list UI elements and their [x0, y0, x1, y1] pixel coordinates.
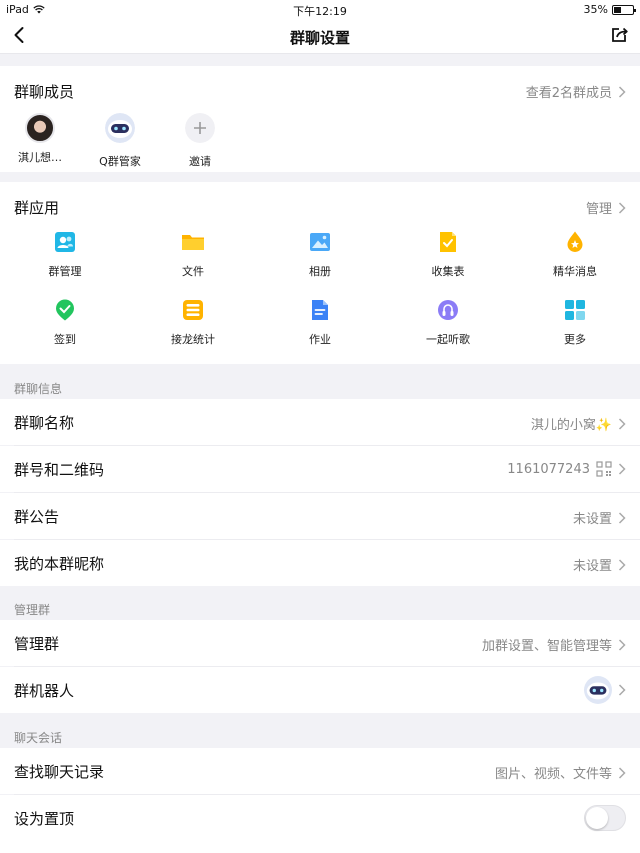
my-nickname-value: 未设置 — [572, 559, 612, 574]
battery-icon — [612, 4, 636, 15]
group-manage-icon — [55, 232, 75, 252]
group-name-value: 淇儿的小窝✨ — [530, 418, 612, 433]
app-label: 签到 — [54, 333, 76, 346]
group-notice-value: 未设置 — [572, 512, 612, 527]
robot-avatar-icon — [584, 676, 612, 704]
chevron-right-icon — [618, 201, 626, 214]
music-icon — [438, 300, 458, 320]
manage-group-value: 加群设置、智能管理等 — [481, 639, 612, 654]
app-label: 文件 — [182, 265, 204, 278]
row-group-name[interactable]: 群聊名称 淇儿的小窝✨ — [0, 399, 640, 445]
section-manage-group: 管理群 — [14, 603, 51, 617]
chevron-right-icon — [618, 463, 626, 475]
search-history-value: 图片、视频、文件等 — [494, 767, 612, 782]
view-members-label: 查看2名群成员 — [525, 86, 612, 101]
row-label: 查找聊天记录 — [14, 763, 105, 781]
chevron-right-icon — [618, 766, 626, 779]
view-members-link[interactable]: 查看2名群成员 — [526, 82, 626, 101]
status-bar: iPad 下午12:19 35% — [0, 0, 640, 18]
row-search-history[interactable]: 查找聊天记录 图片、视频、文件等 — [0, 748, 640, 794]
row-group-notice[interactable]: 群公告 未设置 — [0, 493, 640, 539]
folder-icon — [182, 235, 204, 250]
chevron-right-icon — [618, 558, 626, 571]
homework-icon — [312, 300, 328, 320]
nav-bar: 群聊设置 — [0, 18, 640, 54]
member-label: 淇儿想… — [18, 151, 62, 164]
battery-percent: 35% — [583, 3, 608, 16]
share-icon[interactable] — [610, 25, 630, 45]
app-album[interactable]: 相册 — [256, 230, 384, 279]
chevron-right-icon — [618, 85, 626, 98]
app-label: 更多 — [564, 333, 586, 346]
row-label: 群机器人 — [14, 682, 75, 700]
group-number-value: 1161077243 — [507, 461, 590, 477]
apps-manage-link[interactable]: 管理 — [586, 198, 626, 217]
member-qq-manager[interactable]: Q群管家 — [85, 113, 155, 169]
invite-button[interactable]: 邀请 — [165, 113, 235, 169]
app-relay[interactable]: 接龙统计 — [129, 298, 257, 347]
members-title: 群聊成员 — [14, 83, 75, 101]
row-label: 管理群 — [14, 635, 60, 653]
row-group-number[interactable]: 群号和二维码 1161077243 — [0, 446, 640, 492]
app-group-manage[interactable]: 群管理 — [1, 230, 129, 279]
row-manage-group[interactable]: 管理群 加群设置、智能管理等 — [0, 620, 640, 666]
qr-code-icon — [596, 461, 612, 477]
robot-avatar-icon — [105, 113, 135, 143]
row-label: 群聊名称 — [14, 414, 75, 432]
app-essence[interactable]: 精华消息 — [511, 230, 639, 279]
row-group-robot[interactable]: 群机器人 — [0, 667, 640, 713]
relay-icon — [183, 300, 203, 320]
chevron-right-icon — [618, 511, 626, 524]
chevron-right-icon — [618, 684, 626, 696]
row-my-nickname[interactable]: 我的本群昵称 未设置 — [0, 540, 640, 586]
app-checkin[interactable]: 签到 — [1, 298, 129, 347]
app-files[interactable]: 文件 — [129, 230, 257, 279]
invite-label: 邀请 — [189, 155, 211, 168]
row-label: 我的本群昵称 — [14, 555, 105, 573]
page-title: 群聊设置 — [289, 29, 350, 47]
toggle-knob — [586, 807, 608, 829]
app-label: 接龙统计 — [171, 333, 215, 346]
more-grid-icon — [565, 300, 585, 320]
photo-album-icon — [310, 233, 330, 251]
app-label: 相册 — [309, 265, 331, 278]
section-chat-session: 聊天会话 — [14, 731, 63, 745]
row-label: 群公告 — [14, 508, 60, 526]
row-label: 设为置顶 — [14, 810, 75, 828]
apps-card: 群应用 管理 群管理 文件 相册 收集表 精华消息 签到 接龙统计 作业 一起听… — [0, 182, 640, 364]
pin-toggle[interactable] — [584, 805, 626, 831]
app-label: 精华消息 — [553, 265, 597, 278]
app-label: 收集表 — [431, 265, 465, 278]
app-homework[interactable]: 作业 — [256, 298, 384, 347]
member-label: Q群管家 — [99, 155, 141, 168]
apps-title: 群应用 — [14, 199, 60, 217]
app-label: 一起听歌 — [426, 333, 470, 346]
app-music[interactable]: 一起听歌 — [384, 298, 512, 347]
chevron-right-icon — [618, 417, 626, 430]
app-more[interactable]: 更多 — [511, 298, 639, 347]
member-qier[interactable]: 淇儿想… — [5, 113, 75, 165]
checkin-icon — [56, 299, 74, 321]
app-label: 群管理 — [48, 265, 82, 278]
app-form[interactable]: 收集表 — [384, 230, 512, 279]
section-group-info: 群聊信息 — [14, 382, 63, 396]
apps-manage-label: 管理 — [585, 202, 612, 217]
plus-icon — [185, 113, 215, 143]
avatar — [25, 113, 55, 143]
essence-icon — [567, 231, 583, 252]
status-time: 下午12:19 — [293, 5, 347, 18]
chevron-right-icon — [618, 638, 626, 651]
form-icon — [440, 232, 456, 252]
app-label: 作业 — [309, 333, 331, 346]
row-pin-chat: 设为置顶 — [0, 795, 640, 853]
members-card: 群聊成员 查看2名群成员 淇儿想… Q群管家 邀请 — [0, 66, 640, 172]
row-label: 群号和二维码 — [14, 461, 105, 479]
